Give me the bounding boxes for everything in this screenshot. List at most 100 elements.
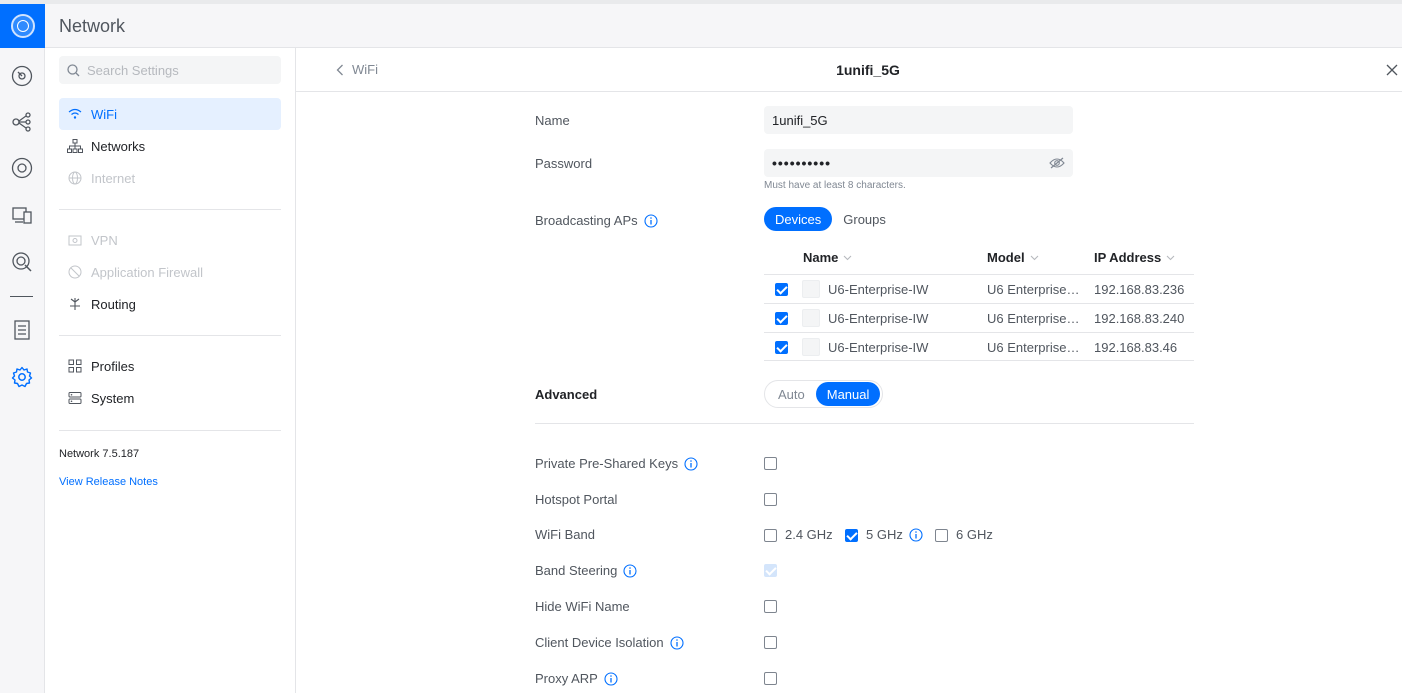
sidebar-divider bbox=[59, 335, 281, 336]
band-5-checkbox[interactable] bbox=[845, 529, 858, 542]
sidebar-item-label: Profiles bbox=[91, 358, 135, 374]
release-notes-link[interactable]: View Release Notes bbox=[59, 476, 158, 488]
sidebar-item-label: WiFi bbox=[91, 106, 117, 122]
groups-tab[interactable]: Groups bbox=[832, 207, 897, 231]
app-title: Network bbox=[59, 16, 126, 36]
hotspot-checkbox[interactable] bbox=[764, 493, 777, 506]
ap-model: U6 Enterprise… bbox=[987, 340, 1080, 355]
name-field[interactable]: 1unifi_5G bbox=[764, 106, 1073, 134]
client-isolation-checkbox[interactable] bbox=[764, 636, 777, 649]
sidebar-item-routing[interactable]: Routing bbox=[59, 288, 281, 320]
client-isolation-text: Client Device Isolation bbox=[535, 635, 664, 650]
sidebar-item-profiles[interactable]: Profiles bbox=[59, 350, 281, 382]
sidebar-item-label: Routing bbox=[91, 296, 136, 312]
ap-selection-toggle: Devices Groups bbox=[764, 205, 897, 233]
broadcasting-aps-text: Broadcasting APs bbox=[535, 213, 638, 228]
search-input[interactable] bbox=[87, 62, 267, 78]
info-icon[interactable] bbox=[684, 456, 698, 471]
profiles-icon bbox=[67, 358, 83, 374]
eye-off-icon[interactable] bbox=[1049, 157, 1065, 169]
vpn-icon bbox=[67, 232, 83, 248]
close-icon[interactable] bbox=[1384, 62, 1400, 78]
ap-checkbox[interactable] bbox=[775, 283, 788, 296]
devices-icon[interactable] bbox=[10, 156, 34, 180]
column-model-label: Model bbox=[987, 250, 1025, 265]
column-header-name[interactable]: Name bbox=[803, 250, 852, 265]
topology-icon[interactable] bbox=[10, 110, 34, 134]
password-label: Password bbox=[535, 156, 593, 171]
network-tree-icon bbox=[67, 138, 83, 154]
band-6-checkbox[interactable] bbox=[935, 529, 948, 542]
hide-wifi-name-checkbox[interactable] bbox=[764, 600, 777, 613]
auto-option[interactable]: Auto bbox=[767, 382, 816, 406]
name-label: Name bbox=[535, 113, 570, 128]
sidebar-item-networks[interactable]: Networks bbox=[59, 130, 281, 162]
settings-icon[interactable] bbox=[10, 365, 34, 389]
ppsk-checkbox[interactable] bbox=[764, 457, 777, 470]
band-steering-checkbox[interactable] bbox=[764, 564, 777, 577]
password-field[interactable]: •••••••••• bbox=[764, 149, 1073, 177]
sidebar-item-label: Application Firewall bbox=[91, 264, 203, 280]
table-row[interactable]: U6-Enterprise-IW U6 Enterprise… 192.168.… bbox=[764, 332, 1194, 361]
ap-model: U6 Enterprise… bbox=[987, 311, 1080, 326]
ap-checkbox[interactable] bbox=[775, 341, 788, 354]
sidebar-item-wifi[interactable]: WiFi bbox=[59, 98, 281, 130]
hide-wifi-name-label: Hide WiFi Name bbox=[535, 599, 630, 614]
wifi-icon bbox=[67, 106, 83, 122]
device-thumbnail bbox=[802, 280, 820, 298]
info-icon[interactable] bbox=[670, 635, 684, 650]
sidebar-item-app-firewall[interactable]: Application Firewall bbox=[59, 256, 281, 288]
column-header-ip[interactable]: IP Address bbox=[1094, 250, 1175, 265]
table-row[interactable]: U6-Enterprise-IW U6 Enterprise… 192.168.… bbox=[764, 303, 1194, 332]
column-header-model[interactable]: Model bbox=[987, 250, 1039, 265]
panel-title: 1unifi_5G bbox=[836, 62, 900, 78]
column-ip-label: IP Address bbox=[1094, 250, 1162, 265]
info-icon[interactable] bbox=[623, 563, 637, 578]
sidebar-item-vpn[interactable]: VPN bbox=[59, 224, 281, 256]
clients-icon[interactable] bbox=[10, 203, 34, 227]
globe-icon bbox=[67, 170, 83, 186]
routing-icon bbox=[67, 296, 83, 312]
version-text: Network 7.5.187 bbox=[59, 448, 140, 460]
ppsk-text: Private Pre-Shared Keys bbox=[535, 456, 679, 471]
insights-icon[interactable] bbox=[10, 250, 34, 274]
unifi-logo-icon[interactable] bbox=[0, 4, 45, 48]
advanced-mode-toggle: Auto Manual bbox=[764, 380, 884, 408]
broadcasting-aps-label: Broadcasting APs bbox=[535, 213, 658, 228]
ap-checkbox[interactable] bbox=[775, 312, 788, 325]
proxy-arp-label: Proxy ARP bbox=[535, 671, 618, 686]
rail-divider bbox=[10, 296, 33, 297]
manual-option[interactable]: Manual bbox=[815, 382, 881, 406]
band-5-text: 5 GHz bbox=[866, 527, 903, 542]
info-icon[interactable] bbox=[604, 671, 618, 686]
sidebar-item-label: VPN bbox=[91, 232, 118, 248]
search-icon bbox=[67, 63, 80, 76]
info-icon[interactable] bbox=[644, 213, 658, 228]
ap-ip: 192.168.83.240 bbox=[1094, 311, 1185, 326]
proxy-arp-text: Proxy ARP bbox=[535, 671, 598, 686]
client-isolation-label: Client Device Isolation bbox=[535, 635, 684, 650]
info-icon[interactable] bbox=[909, 527, 923, 542]
band-24-checkbox[interactable] bbox=[764, 529, 777, 542]
sidebar-divider bbox=[59, 209, 281, 210]
chevron-down-icon bbox=[844, 255, 852, 260]
band-24-label: 2.4 GHz bbox=[785, 527, 833, 542]
advanced-label: Advanced bbox=[535, 387, 598, 402]
band-steering-text: Band Steering bbox=[535, 563, 618, 578]
system-icon bbox=[67, 390, 83, 406]
sidebar-item-label: Internet bbox=[91, 170, 136, 186]
sidebar-item-label: System bbox=[91, 390, 135, 406]
ap-ip: 192.168.83.46 bbox=[1094, 340, 1178, 355]
proxy-arp-checkbox[interactable] bbox=[764, 672, 777, 685]
table-row[interactable]: U6-Enterprise-IW U6 Enterprise… 192.168.… bbox=[764, 274, 1194, 303]
dashboard-icon[interactable] bbox=[10, 64, 34, 88]
sidebar-item-internet[interactable]: Internet bbox=[59, 162, 281, 194]
ap-name: U6-Enterprise-IW bbox=[828, 282, 929, 297]
sidebar-item-system[interactable]: System bbox=[59, 382, 281, 414]
logs-icon[interactable] bbox=[10, 318, 34, 342]
devices-tab[interactable]: Devices bbox=[764, 207, 833, 231]
search-box[interactable] bbox=[59, 56, 281, 84]
band-5-label: 5 GHz bbox=[866, 527, 923, 542]
band-steering-label: Band Steering bbox=[535, 563, 637, 578]
sidebar-divider bbox=[59, 430, 281, 431]
